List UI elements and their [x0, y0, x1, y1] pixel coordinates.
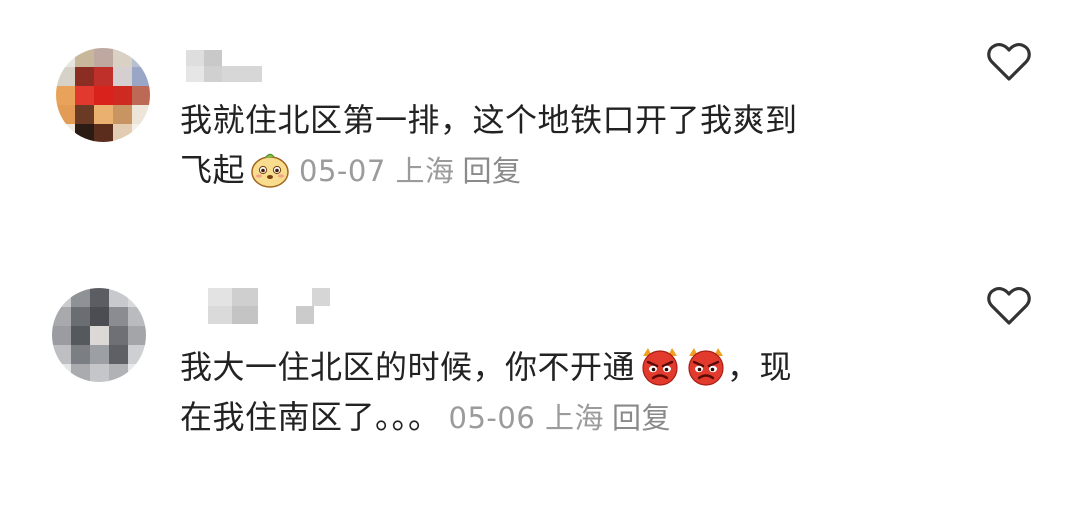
comment-location: 上海	[545, 401, 605, 435]
avatar[interactable]	[52, 288, 146, 382]
comment-line-text: 我大一住北区的时候，你不开通	[180, 348, 636, 386]
reply-button[interactable]: 回复	[463, 154, 522, 188]
avatar[interactable]	[56, 48, 150, 142]
comment-line: 飞起 05-07 上海 回复	[180, 145, 798, 195]
comment-location: 上海	[395, 154, 455, 188]
comment-item: 我就住北区第一排，这个地铁口开了我爽到 飞起 05-07 上海 回复	[0, 0, 1080, 250]
comment-line: 我大一住北区的时候，你不开通 ，现	[180, 342, 792, 392]
comment-item: 我大一住北区的时候，你不开通 ，现 在我住南区了。。。 05-06 上海 回复	[0, 250, 1080, 505]
comment-date: 05-06	[448, 401, 536, 435]
comment-date: 05-07	[299, 154, 386, 188]
comment-meta: 05-07 上海 回复	[299, 154, 522, 188]
comment-line: 我就住北区第一排，这个地铁口开了我爽到	[180, 101, 798, 139]
comment-meta: 05-06 上海 回复	[449, 401, 672, 435]
angry-red-face-emoji	[639, 344, 681, 386]
comment-line-text: 在我住南区了。。。	[180, 398, 441, 436]
username-blurred[interactable]	[200, 288, 340, 324]
comment-line-text: 飞起	[180, 151, 246, 189]
reply-button[interactable]: 回复	[612, 401, 671, 435]
comment-line-text: ，现	[727, 348, 793, 386]
heart-outline-icon[interactable]	[986, 284, 1032, 326]
username-blurred[interactable]	[186, 50, 262, 84]
comment-line: 在我住南区了。。。 05-06 上海 回复	[180, 392, 792, 442]
smiling-bun-emoji	[249, 147, 291, 189]
comment-text: 我就住北区第一排，这个地铁口开了我爽到 飞起 05-07 上海 回复	[180, 95, 798, 195]
comment-text: 我大一住北区的时候，你不开通 ，现 在我住南区了。。。 05-06 上海 回复	[180, 342, 792, 442]
angry-red-face-emoji	[685, 344, 727, 386]
heart-outline-icon[interactable]	[986, 40, 1032, 82]
